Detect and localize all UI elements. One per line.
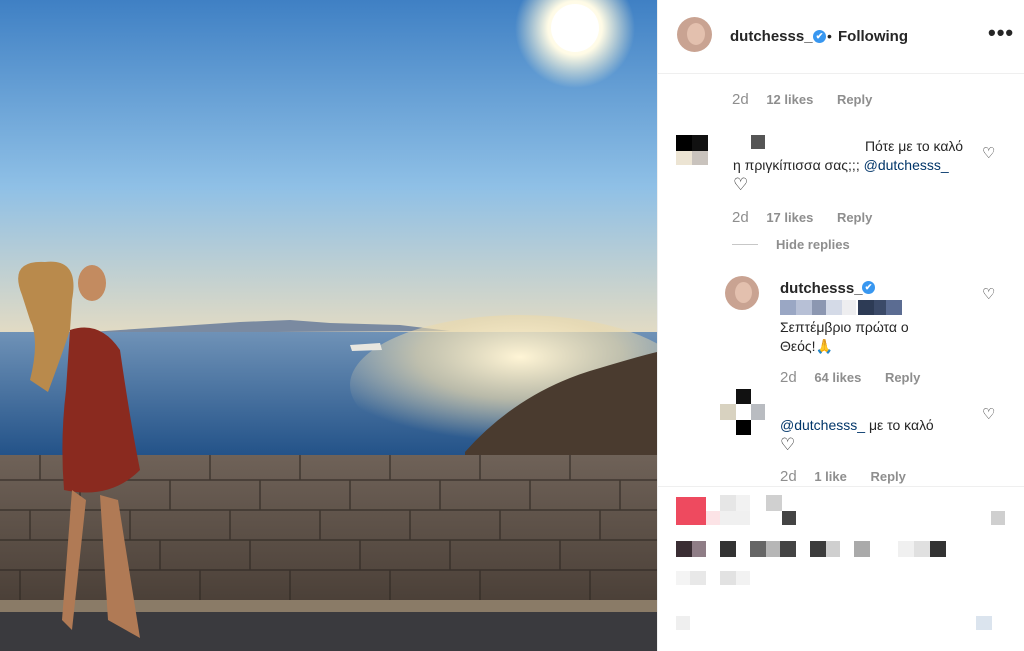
pixel-block: [676, 571, 690, 585]
share-icon[interactable]: [766, 495, 782, 511]
separator-dot: •: [827, 28, 832, 44]
comment-text: η πριγκίπισσα σας;;;: [733, 157, 860, 173]
add-comment-field[interactable]: [676, 616, 690, 630]
like-icon[interactable]: [676, 497, 706, 525]
comment-meta: 2d 12 likes Reply: [732, 91, 872, 108]
comment-likes[interactable]: 17 likes: [766, 210, 813, 225]
post-comment-button[interactable]: [976, 616, 992, 630]
pixel-block: [692, 541, 706, 557]
reply-time: 2d: [780, 468, 797, 485]
pixel-block: [810, 541, 826, 557]
pixel-block: [782, 511, 796, 525]
reply-meta: 2d 1 like Reply: [780, 468, 906, 485]
pixel-block: [930, 541, 946, 557]
reply-body: με το καλό: [868, 417, 934, 433]
comments-panel: dutchesss_ ✔ • Following ••• 2d 12 likes…: [657, 0, 1024, 651]
comment-likes[interactable]: 12 likes: [766, 92, 813, 107]
comment-meta: 2d 17 likes Reply: [732, 209, 872, 226]
post-photo[interactable]: [0, 0, 657, 651]
replies-divider-line: [732, 244, 758, 245]
author-avatar[interactable]: [677, 17, 712, 52]
reply-button[interactable]: Reply: [837, 92, 872, 107]
pixel-block: [914, 541, 930, 557]
hide-replies-button[interactable]: Hide replies: [776, 237, 850, 252]
reply-button[interactable]: Reply: [885, 370, 920, 385]
pixel-block: [720, 511, 750, 525]
pixel-block: [720, 571, 736, 585]
reply-button[interactable]: Reply: [837, 210, 872, 225]
pixel-block: [854, 541, 870, 557]
post-image: [0, 0, 657, 651]
comment-time: 2d: [732, 91, 749, 108]
post-header: dutchesss_ ✔ • Following •••: [658, 0, 1024, 74]
following-button[interactable]: Following: [838, 28, 908, 45]
mention-link[interactable]: @dutchesss_: [864, 157, 949, 173]
mention-link[interactable]: @dutchesss_: [780, 417, 865, 433]
pixel-block: [750, 541, 766, 557]
like-comment-icon[interactable]: ♡: [982, 144, 995, 162]
reply-text-line2: Θεός!🙏: [780, 338, 833, 354]
pixel-block: [780, 541, 796, 557]
reply-likes[interactable]: 64 likes: [814, 370, 861, 385]
post-actions-pixelated[interactable]: [658, 486, 1024, 651]
like-reply-icon[interactable]: ♡: [982, 285, 995, 303]
more-options-icon[interactable]: •••: [988, 20, 1014, 46]
pixel-block: [676, 541, 692, 557]
verified-badge-icon: ✔: [813, 30, 826, 43]
verified-badge-icon: ✔: [862, 281, 875, 294]
pixel-block: [826, 541, 840, 557]
reply-meta: 2d 64 likes Reply: [780, 369, 920, 386]
pixel-block: [720, 541, 736, 557]
reply-author-avatar[interactable]: [725, 276, 759, 310]
comment-text-line2: η πριγκίπισσα σας;;; @dutchesss_: [733, 156, 949, 175]
pixel-block: [766, 541, 780, 557]
like-reply-icon[interactable]: ♡: [982, 405, 995, 423]
heart-emoji: ♡: [780, 435, 796, 454]
author-username[interactable]: dutchesss_: [730, 28, 813, 45]
reply-text-line1: Σεπτέμβριο πρώτα ο: [780, 319, 909, 335]
reply-text: @dutchesss_ με το καλό: [780, 416, 934, 435]
pixel-block: [720, 495, 736, 511]
comment-text-line1: Πότε με το καλό: [864, 138, 963, 154]
comment-time: 2d: [732, 209, 749, 226]
reply-username[interactable]: dutchesss_: [780, 280, 863, 297]
heart-emoji: ♡: [733, 175, 749, 194]
save-icon[interactable]: [991, 511, 1005, 525]
pixel-block: [736, 495, 750, 511]
pixel-block: [736, 571, 750, 585]
reply-likes[interactable]: 1 like: [814, 469, 847, 484]
reply-button[interactable]: Reply: [870, 469, 905, 484]
pixel-block: [690, 571, 706, 585]
reply-time: 2d: [780, 369, 797, 386]
pixel-block: [898, 541, 914, 557]
comments-list[interactable]: 2d 12 likes Reply Πότε με το καλό η πριγ…: [658, 75, 1024, 485]
